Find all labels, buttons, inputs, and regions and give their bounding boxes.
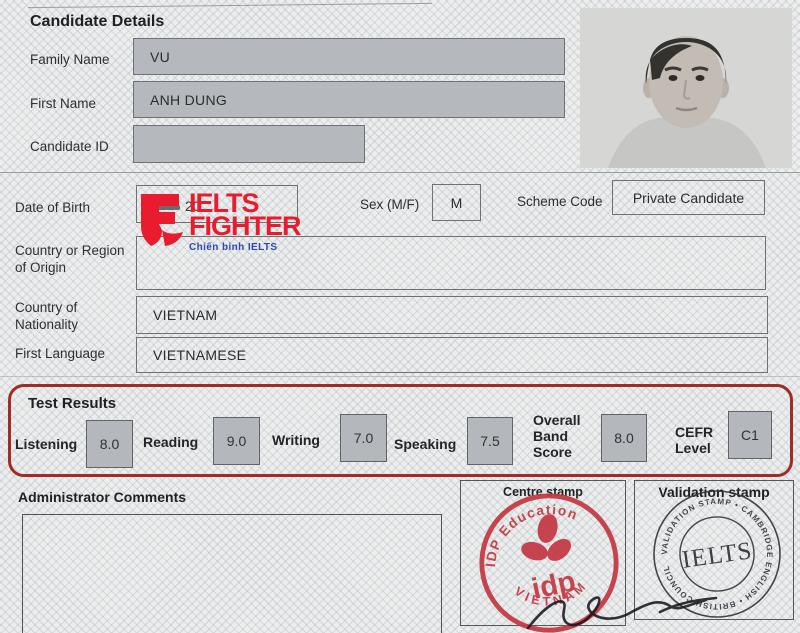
reading-label: Reading [143, 434, 198, 450]
reading-score: 9.0 [213, 417, 260, 465]
first-name-field: ANH DUNG [133, 81, 565, 118]
family-name-label: Family Name [30, 52, 110, 69]
ielts-fighter-logo: IELTS FIGHTER Chiến binh IELTS [139, 192, 301, 253]
candidate-photo [580, 8, 792, 168]
signature [520, 588, 800, 633]
cefr-level-label: CEFR Level [675, 424, 727, 456]
scheme-code-label: Scheme Code [517, 194, 603, 211]
nationality-label: Country of Nationality [15, 300, 115, 334]
logo-tagline: Chiến binh IELTS [189, 242, 301, 253]
ielts-report-form: Candidate Details Family Name VU First N… [0, 0, 800, 633]
overall-band-score: 8.0 [601, 414, 647, 462]
cefr-level-value: C1 [728, 411, 772, 459]
admin-comments-box [22, 514, 442, 633]
scheme-code-field: Private Candidate [612, 180, 765, 215]
family-name-field: VU [133, 38, 565, 75]
writing-score: 7.0 [340, 414, 387, 462]
sex-label: Sex (M/F) [360, 197, 419, 214]
sex-field: M [432, 184, 481, 221]
first-language-label: First Language [15, 346, 105, 363]
section-divider-1 [0, 172, 800, 173]
nationality-field: VIETNAM [136, 296, 768, 334]
candidate-id-label: Candidate ID [30, 139, 109, 156]
admin-comments-title: Administrator Comments [18, 489, 186, 505]
top-edge-line [28, 3, 432, 8]
listening-score: 8.0 [86, 420, 133, 468]
section-divider-2 [0, 376, 800, 377]
candidate-details-title: Candidate Details [30, 13, 164, 31]
validation-center-text: IELTS [680, 537, 754, 574]
listening-label: Listening [15, 436, 77, 452]
overall-band-label: Overall Band Score [533, 412, 601, 460]
writing-label: Writing [272, 432, 320, 448]
test-results-title: Test Results [28, 395, 116, 412]
dob-label: Date of Birth [15, 200, 90, 217]
logo-word-fighter: FIGHTER [189, 214, 301, 240]
speaking-label: Speaking [394, 436, 456, 452]
first-language-field: VIETNAMESE [136, 337, 768, 373]
speaking-score: 7.5 [467, 417, 513, 465]
origin-label: Country or Region of Origin [15, 243, 130, 277]
fighter-shield-icon [139, 192, 185, 253]
first-name-label: First Name [30, 96, 96, 113]
candidate-id-field [133, 125, 365, 163]
